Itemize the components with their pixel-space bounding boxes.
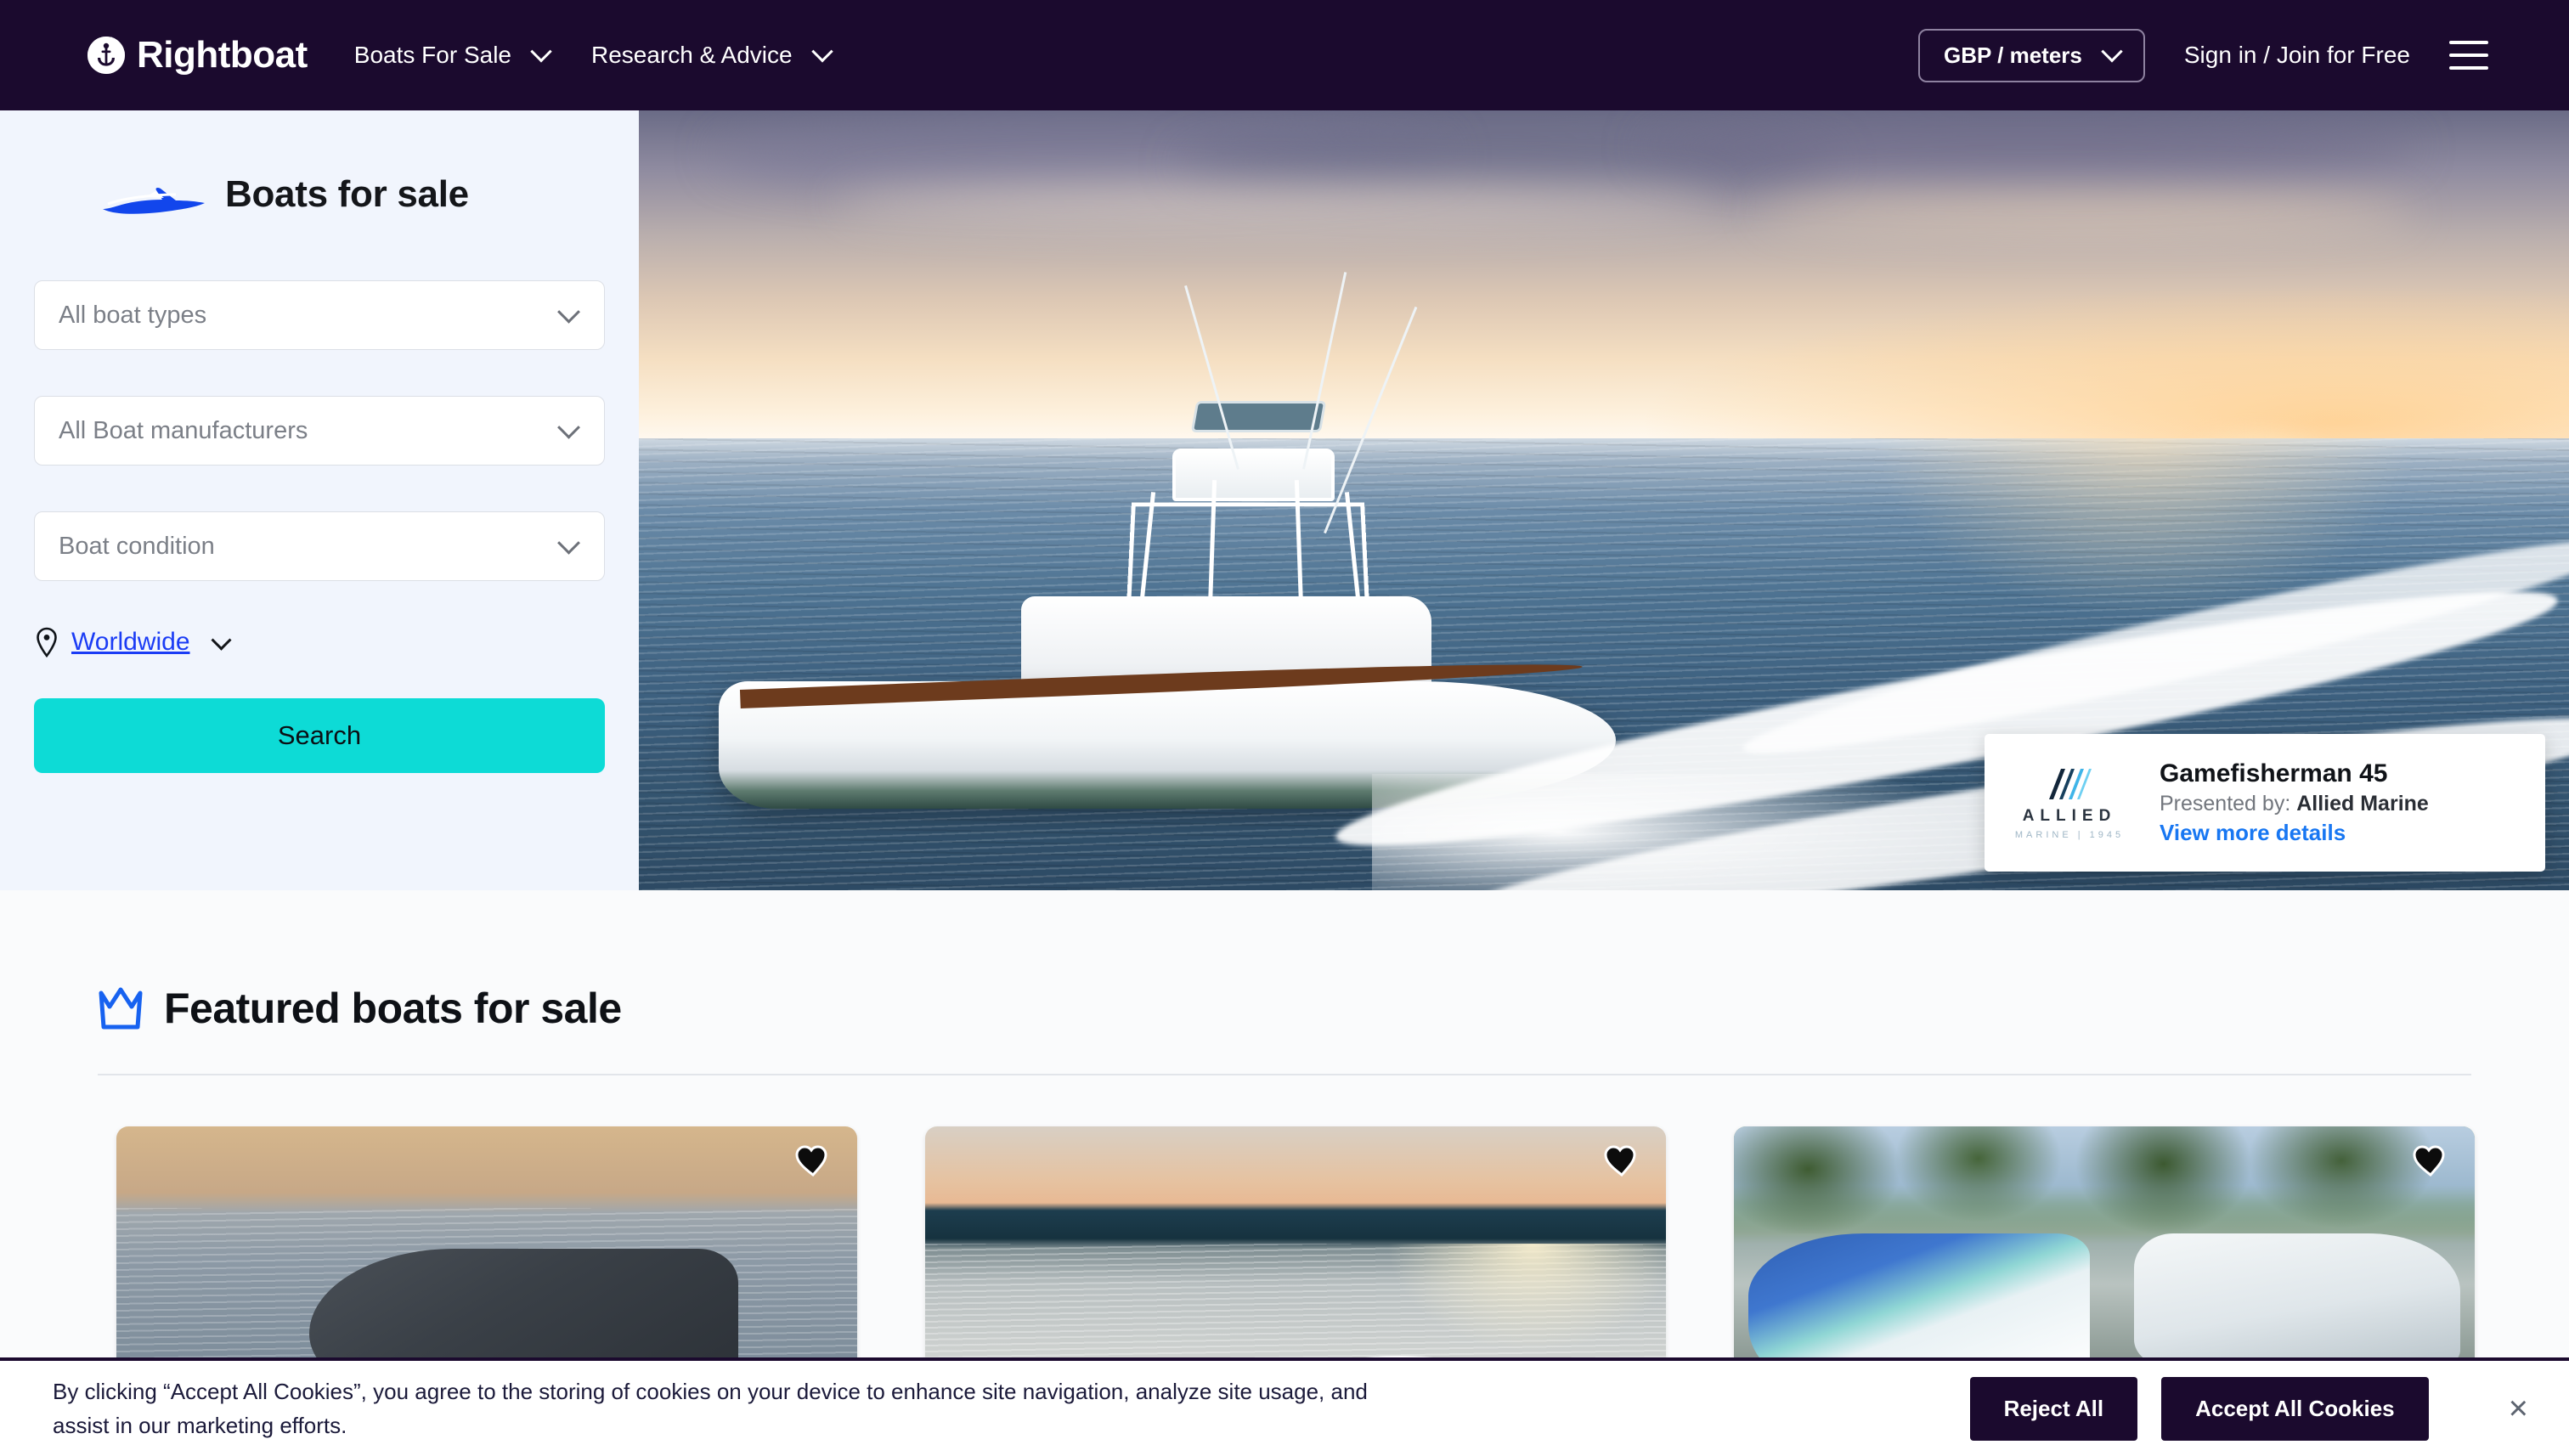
chevron-down-icon bbox=[557, 531, 580, 555]
close-icon[interactable]: × bbox=[2509, 1391, 2528, 1425]
crown-icon bbox=[98, 986, 144, 1030]
boat-manufacturer-value: All Boat manufacturers bbox=[59, 416, 308, 444]
boat-type-value: All boat types bbox=[59, 301, 207, 329]
boat-photo bbox=[116, 1126, 857, 1381]
brand-subtitle: MARINE | 1945 bbox=[2014, 830, 2125, 840]
presented-prefix: Presented by: bbox=[2160, 792, 2297, 815]
boat-type-select[interactable]: All boat types bbox=[34, 280, 605, 350]
accept-all-cookies-button[interactable]: Accept All Cookies bbox=[2161, 1376, 2429, 1441]
featured-title: Featured boats for sale bbox=[164, 985, 622, 1032]
currency-units-label: GBP / meters bbox=[1944, 42, 2082, 68]
nav-label: Boats For Sale bbox=[353, 42, 511, 68]
chevron-down-icon bbox=[557, 415, 580, 439]
location-label[interactable]: Worldwide bbox=[71, 628, 190, 657]
primary-nav: Boats For Sale Research & Advice bbox=[353, 41, 833, 69]
search-panel-header: Boats for sale bbox=[98, 170, 639, 219]
page-root: Rightboat Boats For Sale Research & Advi… bbox=[0, 0, 2569, 1456]
cookie-consent-text: By clicking “Accept All Cookies”, you ag… bbox=[53, 1378, 1368, 1438]
search-panel-title: Boats for sale bbox=[225, 173, 469, 215]
chevron-down-icon bbox=[810, 41, 833, 63]
reject-all-button[interactable]: Reject All bbox=[1969, 1376, 2138, 1441]
boat-manufacturer-select[interactable]: All Boat manufacturers bbox=[34, 396, 605, 466]
hero-photo: ALLIED MARINE | 1945 Gamefisherman 45 Pr… bbox=[639, 110, 2569, 890]
location-selector[interactable]: Worldwide bbox=[34, 627, 639, 658]
featured-boat-card[interactable] bbox=[116, 1126, 857, 1381]
cookie-consent-actions: Reject All Accept All Cookies × bbox=[1969, 1376, 2528, 1441]
featured-boat-card[interactable] bbox=[1734, 1126, 2475, 1381]
chevron-down-icon bbox=[2101, 41, 2123, 63]
boat-condition-select[interactable]: Boat condition bbox=[34, 511, 605, 581]
cookie-consent-banner: By clicking “Accept All Cookies”, you ag… bbox=[0, 1357, 2569, 1456]
hamburger-menu-icon[interactable] bbox=[2449, 41, 2488, 70]
map-pin-icon bbox=[34, 627, 59, 658]
chevron-down-icon bbox=[210, 629, 232, 651]
chevron-down-icon bbox=[530, 41, 552, 63]
presented-broker: Allied Marine bbox=[2296, 792, 2429, 815]
anchor-circle-icon bbox=[88, 37, 125, 74]
allied-marine-logo-icon: ALLIED MARINE | 1945 bbox=[1985, 765, 2154, 840]
boat-photo bbox=[1734, 1126, 2475, 1381]
featured-boat-card[interactable] bbox=[925, 1126, 1666, 1381]
site-header: Rightboat Boats For Sale Research & Advi… bbox=[0, 0, 2569, 110]
sign-in-join-link[interactable]: Sign in / Join for Free bbox=[2184, 42, 2410, 69]
heart-icon[interactable] bbox=[1603, 1142, 1640, 1179]
heart-icon[interactable] bbox=[794, 1142, 832, 1179]
featured-header: Featured boats for sale bbox=[98, 984, 2569, 1033]
search-panel: Boats for sale All boat types All Boat m… bbox=[0, 110, 639, 890]
boat-photo bbox=[925, 1126, 1666, 1381]
section-divider bbox=[98, 1074, 2471, 1075]
chevron-down-icon bbox=[557, 300, 580, 324]
listing-title: Gamefisherman 45 bbox=[2160, 759, 2388, 787]
featured-listing-card[interactable]: ALLIED MARINE | 1945 Gamefisherman 45 Pr… bbox=[1985, 734, 2545, 872]
currency-units-selector[interactable]: GBP / meters bbox=[1918, 28, 2145, 82]
view-more-details-link[interactable]: View more details bbox=[2160, 820, 2429, 846]
hero-section: Boats for sale All boat types All Boat m… bbox=[0, 110, 2569, 890]
nav-item-boats-for-sale[interactable]: Boats For Sale bbox=[353, 41, 552, 69]
listing-info: Gamefisherman 45 Presented by: Allied Ma… bbox=[2154, 759, 2429, 846]
speedboat-icon bbox=[98, 170, 206, 219]
nav-item-research-advice[interactable]: Research & Advice bbox=[591, 41, 833, 69]
brand-name: ALLIED bbox=[2022, 807, 2117, 825]
search-button[interactable]: Search bbox=[34, 698, 605, 773]
boat-condition-value: Boat condition bbox=[59, 532, 215, 560]
featured-cards bbox=[116, 1126, 2569, 1381]
listing-presented-by: Presented by: Allied Marine bbox=[2160, 792, 2429, 816]
header-actions: GBP / meters Sign in / Join for Free bbox=[1918, 28, 2488, 82]
nav-label: Research & Advice bbox=[591, 42, 793, 68]
logo[interactable]: Rightboat bbox=[88, 34, 308, 76]
heart-icon[interactable] bbox=[2412, 1142, 2449, 1179]
logo-text: Rightboat bbox=[137, 34, 308, 76]
